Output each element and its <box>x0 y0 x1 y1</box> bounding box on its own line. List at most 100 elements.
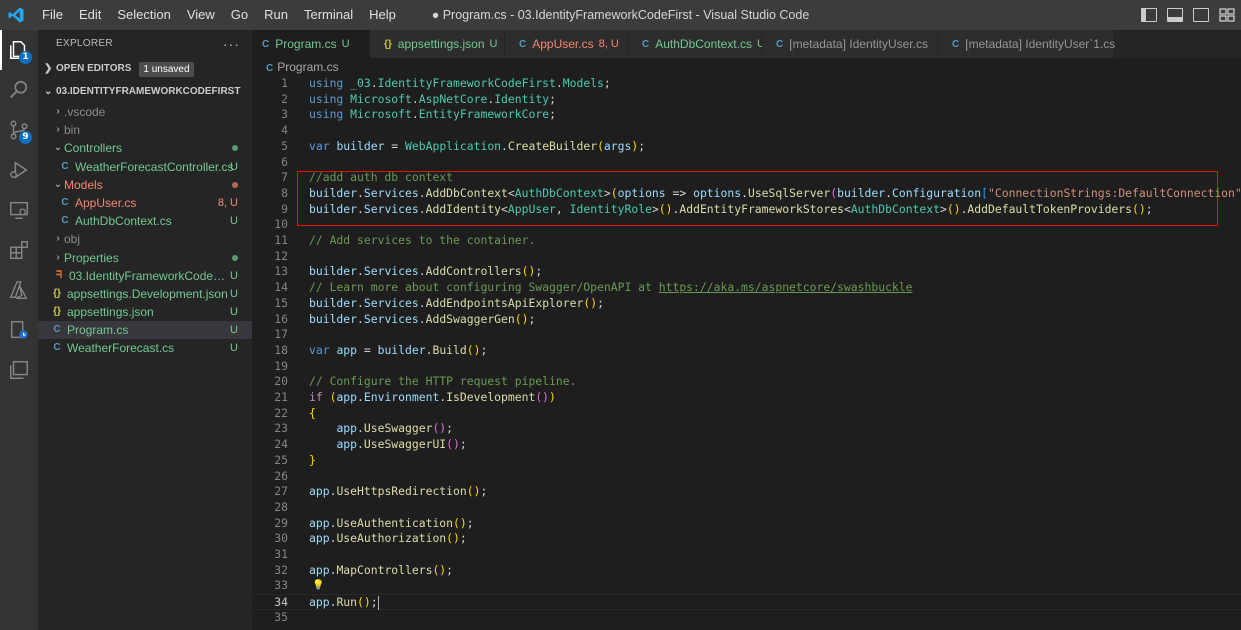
menu-selection[interactable]: Selection <box>109 0 178 30</box>
error-dot-icon <box>232 176 238 194</box>
tab-appuser-cs[interactable]: C AppUser.cs 8, U <box>505 30 628 58</box>
menu-go[interactable]: Go <box>223 0 256 30</box>
lightbulb-icon[interactable]: 💡 <box>312 578 324 594</box>
code-text: app.UseAuthentication(); <box>309 515 474 530</box>
toggle-primary-sidebar-icon[interactable] <box>1141 8 1157 22</box>
code-line[interactable]: 32 app.MapControllers(); <box>252 563 1241 579</box>
code-line[interactable]: 17 <box>252 327 1241 343</box>
tree-file-weatherforecast[interactable]: C WeatherForecast.cs U <box>38 339 252 357</box>
tree-file-appsettings[interactable]: {} appsettings.json U <box>38 303 252 321</box>
tab-metadata-identityuser1[interactable]: C [metadata] IdentityUser`1.cs <box>938 30 1115 58</box>
code-line[interactable]: 4 <box>252 123 1241 139</box>
menu-view[interactable]: View <box>179 0 223 30</box>
code-line[interactable]: 23 app.UseSwagger(); <box>252 421 1241 437</box>
code-line[interactable]: 22 { <box>252 406 1241 422</box>
tree-file-weatherforecastcontroller[interactable]: C WeatherForecastController.cs U <box>38 158 252 176</box>
search-icon[interactable] <box>0 70 38 110</box>
code-editor[interactable]: 1 using _03.IdentityFrameworkCodeFirst.Mo… <box>252 75 1241 630</box>
code-line[interactable]: 33 💡 <box>252 578 1241 594</box>
breadcrumb[interactable]: C Program.cs <box>252 58 1241 76</box>
code-line[interactable]: 15 builder.Services.AddEndpointsApiExplor… <box>252 296 1241 312</box>
remote-explorer-icon[interactable] <box>0 190 38 230</box>
line-number: 16 <box>274 311 288 326</box>
menu-bar: File Edit Selection View Go Run Terminal… <box>34 0 404 30</box>
code-line[interactable]: 7 //add auth db context <box>252 170 1241 186</box>
line-number: 29 <box>274 515 288 530</box>
tab-appsettings-json[interactable]: {} appsettings.json U <box>370 30 505 58</box>
tree-folder-obj[interactable]: › obj <box>38 230 252 248</box>
more-actions-icon[interactable]: ··· <box>223 30 240 58</box>
code-line[interactable]: 35 <box>252 610 1241 626</box>
tab-metadata-identityuser[interactable]: C [metadata] IdentityUser.cs <box>762 30 938 58</box>
customize-layout-icon[interactable] <box>1219 8 1235 22</box>
tree-folder-vscode[interactable]: › .vscode <box>38 103 252 121</box>
tree-file-program[interactable]: C Program.cs U <box>38 321 252 340</box>
menu-terminal[interactable]: Terminal <box>296 0 361 30</box>
code-line[interactable]: 12 <box>252 249 1241 265</box>
tree-folder-properties[interactable]: › Properties <box>38 249 252 267</box>
code-text: builder.Services.AddIdentity<AppUser, Id… <box>309 201 1153 216</box>
line-number: 33 <box>274 578 288 593</box>
code-line[interactable]: 24 app.UseSwaggerUI(); <box>252 437 1241 453</box>
code-line[interactable]: 19 <box>252 359 1241 375</box>
tab-authdbcontext-cs[interactable]: C AuthDbContext.cs U <box>628 30 765 58</box>
tree-file-csproj[interactable]: ᖷ 03.IdentityFrameworkCodeFirst.... U <box>38 267 252 285</box>
open-editors-section[interactable]: ❯ OPEN EDITORS 1 unsaved <box>38 58 252 80</box>
tree-folder-bin[interactable]: › bin <box>38 121 252 139</box>
line-number: 19 <box>274 358 288 373</box>
code-line[interactable]: 34 app.Run(); <box>252 594 1241 610</box>
code-line[interactable]: 3 using Microsoft.EntityFrameworkCore; <box>252 107 1241 123</box>
text-cursor <box>377 595 379 610</box>
code-line[interactable]: 11 // Add services to the container. <box>252 233 1241 249</box>
tree-file-authdbcontext[interactable]: C AuthDbContext.cs U <box>38 212 252 230</box>
tree-folder-models[interactable]: ⌄ Models <box>38 176 252 194</box>
code-line[interactable]: 28 <box>252 500 1241 516</box>
code-line[interactable]: 5 var builder = WebApplication.CreateBuil… <box>252 139 1241 155</box>
toggle-secondary-sidebar-icon[interactable] <box>1193 8 1209 22</box>
toggle-panel-icon[interactable] <box>1167 8 1183 22</box>
azure-icon[interactable] <box>0 270 38 310</box>
menu-run[interactable]: Run <box>256 0 296 30</box>
code-line[interactable]: 2 using Microsoft.AspNetCore.Identity; <box>252 92 1241 108</box>
code-line[interactable]: 18 var app = builder.Build(); <box>252 343 1241 359</box>
extensions-icon[interactable] <box>0 230 38 270</box>
code-text: app.MapControllers(); <box>309 562 454 577</box>
code-text: app.UseSwagger(); <box>336 421 454 436</box>
code-line[interactable]: 20 // Configure the HTTP request pipeline… <box>252 374 1241 390</box>
menu-file[interactable]: File <box>34 0 71 30</box>
code-line[interactable]: 9 builder.Services.AddIdentity<AppUser, I… <box>252 202 1241 218</box>
code-line[interactable]: 27 app.UseHttpsRedirection(); <box>252 484 1241 500</box>
code-line[interactable]: 30 app.UseAuthorization(); <box>252 531 1241 547</box>
code-line[interactable]: 8 builder.Services.AddDbContext<AuthDbCon… <box>252 186 1241 202</box>
chevron-right-icon: ❯ <box>44 63 53 74</box>
line-number: 30 <box>274 531 288 546</box>
code-line[interactable]: 25} <box>252 453 1241 469</box>
code-line[interactable]: 1 using _03.IdentityFrameworkCodeFirst.Mo… <box>252 76 1241 92</box>
code-line[interactable]: 13 builder.Services.AddControllers(); <box>252 264 1241 280</box>
code-text: app.UseHttpsRedirection(); <box>309 484 488 499</box>
tree-folder-controllers[interactable]: ⌄ Controllers <box>38 139 252 157</box>
code-line[interactable]: 21 if (app.Environment.IsDevelopment()) <box>252 390 1241 406</box>
tree-file-appuser[interactable]: C AppUser.cs 8, U <box>38 194 252 212</box>
tab-program-cs[interactable]: C Program.cs U <box>252 30 370 58</box>
tree-file-appsettings-development[interactable]: {} appsettings.Development.json U <box>38 285 252 303</box>
open-editors-label: OPEN EDITORS <box>56 63 132 74</box>
code-line[interactable]: 31 <box>252 547 1241 563</box>
code-line[interactable]: 29 app.UseAuthentication(); <box>252 516 1241 532</box>
source-control-icon[interactable]: 9 <box>0 110 38 150</box>
code-line[interactable]: 26 <box>252 469 1241 485</box>
vscode-logo-icon <box>0 0 32 30</box>
title-bar: File Edit Selection View Go Run Terminal… <box>0 0 1241 30</box>
code-line[interactable]: 6 <box>252 155 1241 171</box>
panels-icon[interactable] <box>0 350 38 390</box>
testing-icon[interactable] <box>0 310 38 350</box>
project-folder-section[interactable]: ⌄ 03.IDENTITYFRAMEWORKCODEFIRST <box>38 81 252 103</box>
code-line[interactable]: 10 <box>252 217 1241 233</box>
code-line[interactable]: 16 builder.Services.AddSwaggerGen(); <box>252 312 1241 328</box>
run-debug-icon[interactable] <box>0 150 38 190</box>
menu-edit[interactable]: Edit <box>71 0 109 30</box>
csharp-file-icon: C <box>262 38 270 50</box>
menu-help[interactable]: Help <box>361 0 404 30</box>
explorer-icon[interactable]: 1 <box>0 30 38 70</box>
code-line[interactable]: 14 // Learn more about configuring Swagge… <box>252 280 1241 296</box>
